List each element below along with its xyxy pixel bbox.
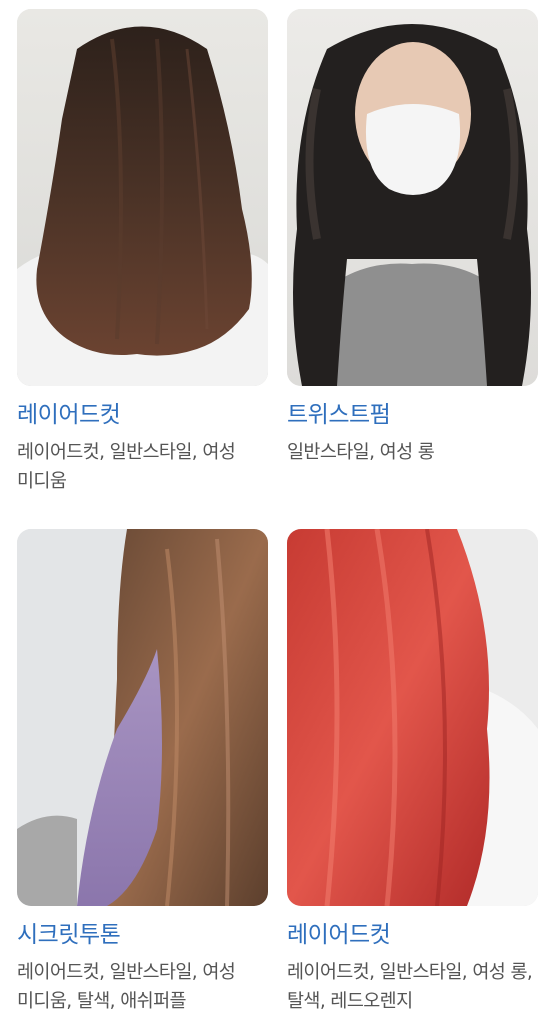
dark-twist-perm-image [287,9,538,386]
hairstyle-card[interactable]: 시크릿투톤 레이어드컷, 일반스타일, 여성 미디움, 탈색, 애쉬퍼플 [17,529,268,1016]
red-layered-cut-image [287,529,538,906]
hairstyle-photo[interactable] [17,9,268,386]
hairstyle-card[interactable]: 레이어드컷 레이어드컷, 일반스타일, 여성 미디움 [17,9,268,496]
hairstyle-card[interactable]: 트위스트펌 일반스타일, 여성 롱 [287,9,538,467]
hairstyle-title[interactable]: 레이어드컷 [287,920,538,950]
hairstyle-gallery: 레이어드컷 레이어드컷, 일반스타일, 여성 미디움 트위스트펌 일반스타일, … [0,0,550,1024]
hairstyle-tags: 레이어드컷, 일반스타일, 여성 미디움 [17,442,236,492]
hairstyle-photo[interactable] [287,529,538,906]
hairstyle-title[interactable]: 시크릿투톤 [17,920,268,950]
brown-purple-two-tone-image [17,529,268,906]
brown-layered-cut-image [17,9,268,386]
hairstyle-photo[interactable] [17,529,268,906]
hairstyle-title[interactable]: 레이어드컷 [17,400,268,430]
hairstyle-photo[interactable] [287,9,538,386]
hairstyle-title[interactable]: 트위스트펌 [287,400,538,430]
hairstyle-tags: 레이어드컷, 일반스타일, 여성 롱, 탈색, 레드오렌지 [287,962,533,1012]
hairstyle-tags: 일반스타일, 여성 롱 [287,442,435,463]
hairstyle-card[interactable]: 레이어드컷 레이어드컷, 일반스타일, 여성 롱, 탈색, 레드오렌지 [287,529,538,1016]
hairstyle-tags: 레이어드컷, 일반스타일, 여성 미디움, 탈색, 애쉬퍼플 [17,962,236,1012]
